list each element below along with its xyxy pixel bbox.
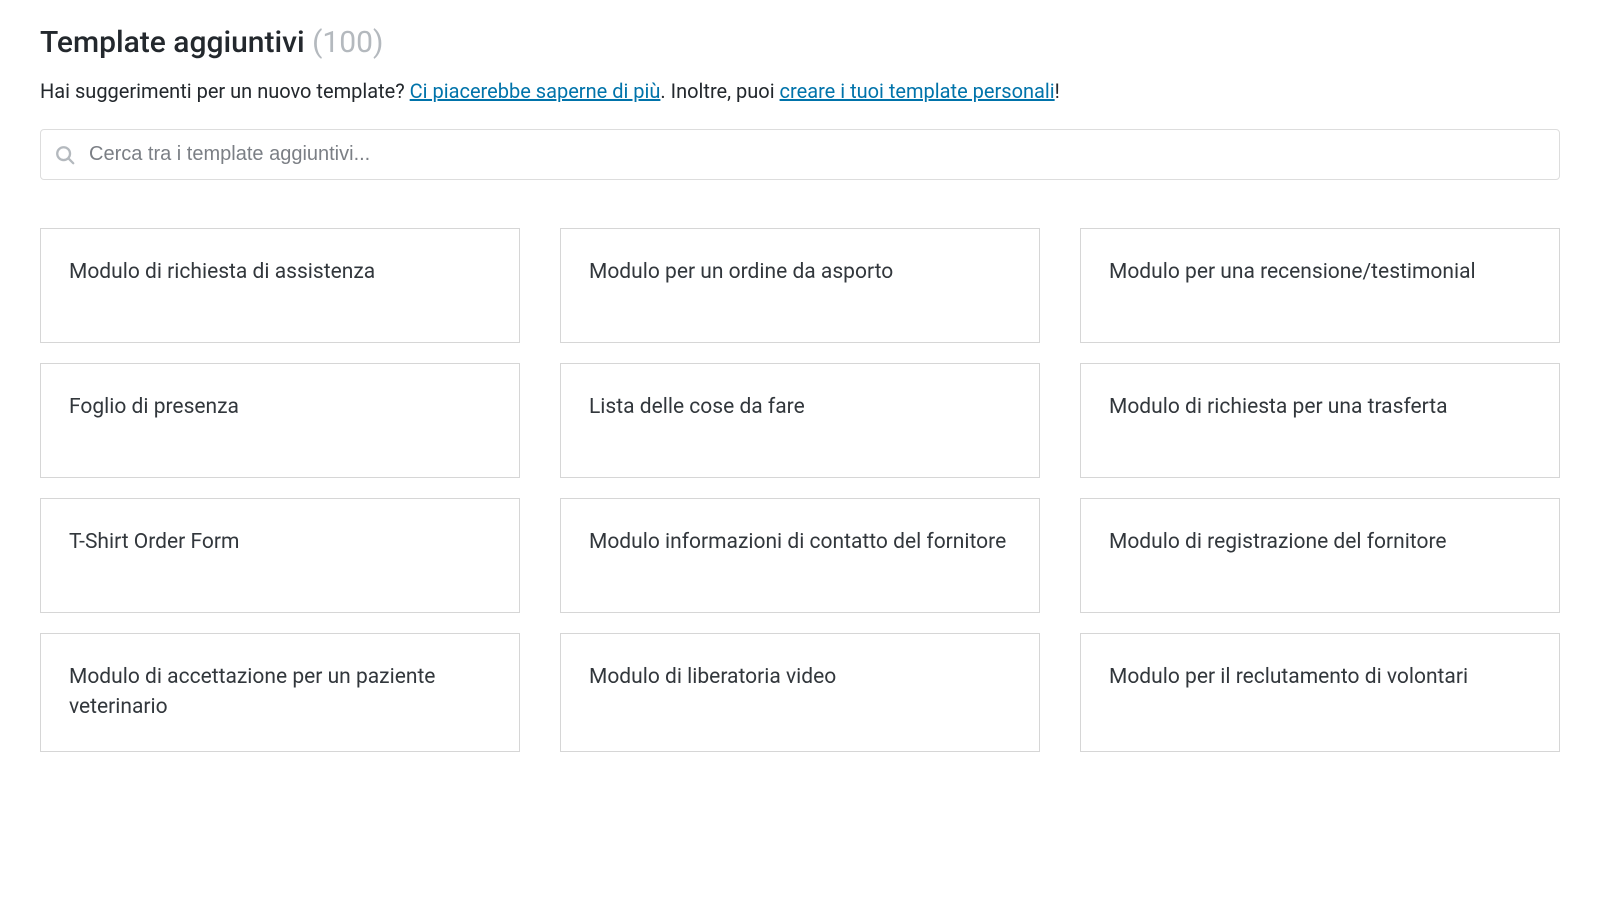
template-card-title: Modulo di richiesta per una trasferta [1109,392,1448,422]
template-card-title: Modulo di richiesta di assistenza [69,257,375,287]
subtitle-middle: . Inoltre, puoi [660,79,779,103]
template-card-title: Modulo di accettazione per un paziente v… [69,662,491,723]
template-card-title: Modulo informazioni di contatto del forn… [589,527,1006,557]
template-card[interactable]: Modulo di liberatoria video [560,633,1040,752]
subtitle-prefix: Hai suggerimenti per un nuovo template? [40,79,410,103]
subtitle-suffix: ! [1055,79,1060,103]
template-card-title: Modulo per il reclutamento di volontari [1109,662,1468,692]
template-card-title: Modulo di registrazione del fornitore [1109,527,1447,557]
template-card-title: Lista delle cose da fare [589,392,805,422]
template-card[interactable]: Modulo di registrazione del fornitore [1080,498,1560,613]
template-card[interactable]: Modulo di richiesta di assistenza [40,228,520,343]
template-card-title: Modulo per un ordine da asporto [589,257,893,287]
page-title-count: (100) [312,25,383,60]
template-card[interactable]: Modulo per il reclutamento di volontari [1080,633,1560,752]
template-card-title: T-Shirt Order Form [69,527,239,557]
page-title: Template aggiuntivi (100) [40,20,1560,65]
template-card-title: Foglio di presenza [69,392,239,422]
template-card[interactable]: Modulo di accettazione per un paziente v… [40,633,520,752]
page-subtitle: Hai suggerimenti per un nuovo template? … [40,75,1560,107]
template-card[interactable]: Modulo per una recensione/testimonial [1080,228,1560,343]
template-card[interactable]: Modulo per un ordine da asporto [560,228,1040,343]
template-grid: Modulo di richiesta di assistenza Modulo … [40,228,1560,752]
suggestion-link[interactable]: Ci piacerebbe saperne di più [410,79,661,103]
template-card[interactable]: Foglio di presenza [40,363,520,478]
template-card[interactable]: Lista delle cose da fare [560,363,1040,478]
template-card[interactable]: Modulo informazioni di contatto del forn… [560,498,1040,613]
template-card[interactable]: T-Shirt Order Form [40,498,520,613]
template-card-title: Modulo di liberatoria video [589,662,836,692]
template-card[interactable]: Modulo di richiesta per una trasferta [1080,363,1560,478]
search-wrapper [40,129,1560,180]
page-title-text: Template aggiuntivi [40,25,305,60]
create-template-link[interactable]: creare i tuoi template personali [780,79,1055,103]
template-card-title: Modulo per una recensione/testimonial [1109,257,1476,287]
search-input[interactable] [40,129,1560,180]
